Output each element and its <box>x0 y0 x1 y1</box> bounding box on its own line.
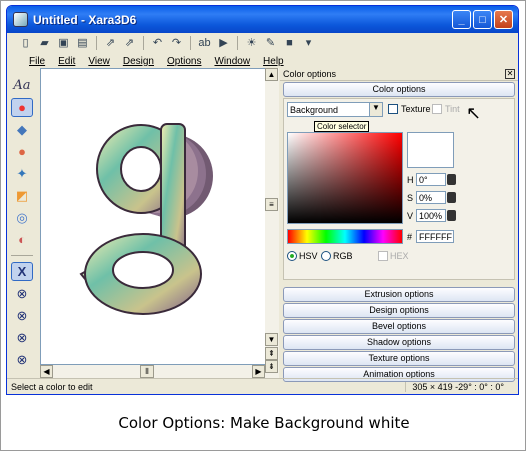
section-extrusion-options[interactable]: Extrusion options <box>283 287 515 302</box>
menu-help[interactable]: Help <box>263 56 284 67</box>
s-input[interactable]: 0% <box>416 191 446 204</box>
shadow-icon[interactable]: ◩ <box>11 186 33 205</box>
export-web-icon[interactable]: ⇗ <box>121 35 138 51</box>
hex-checkbox[interactable] <box>378 251 388 261</box>
h-label: H <box>407 175 414 185</box>
menu-file[interactable]: File <box>29 56 45 67</box>
vertical-scrollbar[interactable]: ▲ ≡ ▼ ⇞ ⇟ <box>265 68 279 378</box>
texture-checkbox[interactable] <box>388 104 398 114</box>
left-toolbar: Aa ● ◆ ● ✦ ◩ ◎ ◐ X ⊗ ⊗ ⊗ ⊗ <box>7 72 37 378</box>
color-editor: Background ▼ Texture Tint Color selector… <box>283 98 515 280</box>
hsv-label: HSV <box>299 251 318 261</box>
panel-header-title: Color options <box>283 69 337 79</box>
light-bulb-icon[interactable]: ☀ <box>243 35 260 51</box>
maximize-button[interactable]: □ <box>473 10 492 29</box>
scroll-down-icon[interactable]: ▼ <box>265 333 278 346</box>
app-window: Untitled - Xara3D6 _ □ ✕ ▯ ▰ ▣ ▤ ⇗ ⇗ ↶ ↷… <box>6 5 519 395</box>
scroll-thumb[interactable]: ≡ <box>265 198 278 211</box>
window-title: Untitled - Xara3D6 <box>33 12 137 27</box>
screenshot-frame: Untitled - Xara3D6 _ □ ✕ ▯ ▰ ▣ ▤ ⇗ ⇗ ↶ ↷… <box>0 0 526 451</box>
saturation-value-picker[interactable] <box>287 132 403 224</box>
menu-edit[interactable]: Edit <box>58 56 75 67</box>
texture-icon[interactable]: ◐ <box>11 230 33 249</box>
redo-icon[interactable]: ↷ <box>168 35 185 51</box>
h-input[interactable]: 0° <box>416 173 446 186</box>
status-bar: Select a color to edit 305 × 419 -29° : … <box>7 378 518 394</box>
animation-swing-icon[interactable]: ⊗ <box>11 306 33 325</box>
bevel-icon[interactable]: ✦ <box>11 164 33 183</box>
rgb-label: RGB <box>333 251 353 261</box>
play-icon[interactable]: ▶ <box>215 35 232 51</box>
v-input[interactable]: 100% <box>416 209 446 222</box>
scroll-left-icon[interactable]: ◀ <box>40 365 53 378</box>
tooltip: Color selector <box>314 121 370 132</box>
chevron-down-icon[interactable]: ▼ <box>369 103 382 116</box>
color-swatch <box>407 132 454 168</box>
dropdown-value: Background <box>290 104 339 115</box>
export-icon[interactable]: ▤ <box>74 35 91 51</box>
color-target-dropdown[interactable]: Background ▼ <box>287 102 383 117</box>
texture-label: Texture <box>401 104 431 114</box>
display-icon[interactable]: ■ <box>281 35 298 51</box>
dropdown-arrow-icon[interactable]: ▾ <box>300 35 317 51</box>
title-bar: Untitled - Xara3D6 _ □ ✕ <box>7 6 518 33</box>
color-options-icon[interactable]: ● <box>11 98 33 117</box>
hsv-radio[interactable] <box>287 251 297 261</box>
minimize-button[interactable]: _ <box>452 10 471 29</box>
rgb-radio[interactable] <box>321 251 331 261</box>
save-icon[interactable]: ▣ <box>55 35 72 51</box>
extrusion-icon[interactable]: ◆ <box>11 120 33 139</box>
animation-x-icon[interactable]: X <box>11 262 33 281</box>
open-folder-icon[interactable]: ▰ <box>36 35 53 51</box>
text-icon[interactable]: ab <box>196 35 213 51</box>
section-color-options[interactable]: Color options <box>283 82 515 97</box>
color-options-panel: Color options ✕ Color options Background… <box>280 68 518 382</box>
new-file-icon[interactable]: ▯ <box>17 35 34 51</box>
panel-close-icon[interactable]: ✕ <box>505 69 515 79</box>
menu-options[interactable]: Options <box>167 56 201 67</box>
s-spinner-icon[interactable] <box>447 192 456 203</box>
caption: Color Options: Make Background white <box>118 414 410 432</box>
rotate-icon[interactable]: ◎ <box>11 208 33 227</box>
v-label: V <box>407 211 414 221</box>
animation-spin-icon[interactable]: ⊗ <box>11 284 33 303</box>
hex-hash-label: # <box>407 232 413 242</box>
tint-checkbox[interactable] <box>432 104 442 114</box>
hue-slider[interactable] <box>287 229 403 244</box>
scroll-up-icon[interactable]: ▲ <box>265 68 278 81</box>
hex-checkbox-label: HEX <box>390 251 409 261</box>
section-shadow-options[interactable]: Shadow options <box>283 335 515 350</box>
section-design-options[interactable]: Design options <box>283 303 515 318</box>
hex-input[interactable]: FFFFFF <box>416 230 454 243</box>
page-down-icon[interactable]: ⇟ <box>265 360 278 373</box>
v-spinner-icon[interactable] <box>447 210 456 221</box>
3d-letter-g-image <box>79 123 213 315</box>
status-dimensions: 305 × 419 -29° : 0° : 0° <box>405 381 518 392</box>
status-message: Select a color to edit <box>11 381 93 392</box>
undo-icon[interactable]: ↶ <box>149 35 166 51</box>
design-canvas[interactable] <box>40 68 273 365</box>
magic-wand-icon[interactable]: ✎ <box>262 35 279 51</box>
toolbar: ▯ ▰ ▣ ▤ ⇗ ⇗ ↶ ↷ ab ▶ ☀ ✎ ■ ▾ <box>7 33 518 52</box>
animation-pulse-icon[interactable]: ⊗ <box>11 328 33 347</box>
s-label: S <box>407 193 414 203</box>
page-up-icon[interactable]: ⇞ <box>265 347 278 360</box>
app-icon <box>13 12 28 27</box>
section-bevel-options[interactable]: Bevel options <box>283 319 515 334</box>
menu-view[interactable]: View <box>88 56 110 67</box>
menu-design[interactable]: Design <box>123 56 154 67</box>
sphere-icon[interactable]: ● <box>11 142 33 161</box>
export-animation-icon[interactable]: ⇗ <box>102 35 119 51</box>
tint-label: Tint <box>445 104 460 114</box>
text-style-icon[interactable]: Aa <box>11 76 33 95</box>
h-scroll-thumb[interactable]: ⦀ <box>140 365 154 378</box>
section-texture-options[interactable]: Texture options <box>283 351 515 366</box>
horizontal-scrollbar[interactable]: ◀ ⦀ ▶ <box>40 365 265 378</box>
animation-rock-icon[interactable]: ⊗ <box>11 350 33 369</box>
close-button[interactable]: ✕ <box>494 10 513 29</box>
mouse-cursor-icon: ↖ <box>466 103 482 123</box>
h-spinner-icon[interactable] <box>447 174 456 185</box>
scroll-right-icon[interactable]: ▶ <box>252 365 265 378</box>
menu-window[interactable]: Window <box>214 56 250 67</box>
